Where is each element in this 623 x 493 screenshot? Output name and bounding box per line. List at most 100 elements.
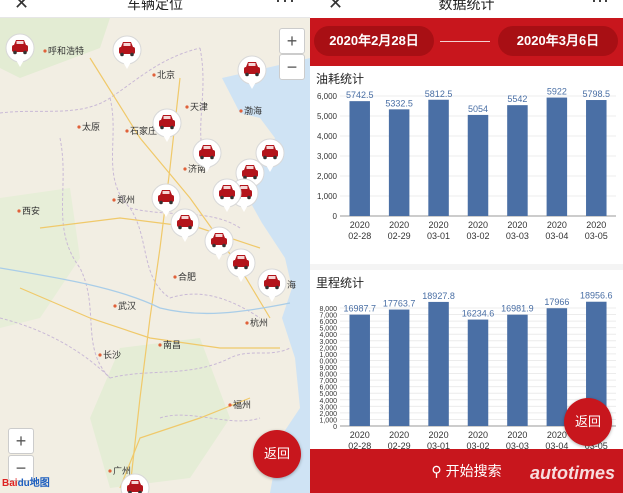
city-dot [113, 304, 117, 308]
city-label: 武汉 [118, 300, 136, 311]
city-dot [43, 49, 47, 53]
vehicle-location-screen: ✕ 车辆定位 ··· 呼和浩特 北京 天津 太原 石家庄 济南 渤海 西安 郑州… [0, 0, 310, 493]
x-tick-label: 03-05 [585, 231, 608, 241]
data-label: 5922 [547, 87, 567, 97]
x-tick-label: 03-03 [506, 231, 529, 241]
city-label: 郑州 [117, 194, 135, 205]
bar [467, 319, 489, 426]
header-bar: ✕ 车辆定位 ··· [0, 0, 310, 18]
city-label: 广州 [113, 465, 131, 476]
x-tick-label: 02-28 [348, 231, 371, 241]
data-label: 16981.9 [501, 304, 534, 314]
attribution-text: du地图 [17, 478, 50, 489]
city-label: 太原 [82, 121, 100, 132]
map-view[interactable]: 呼和浩特北京天津太原 石家庄济南渤海西安郑州合肥武汉杭州长沙南昌福州广州海 [0, 18, 310, 493]
x-tick-label: 2020 [389, 430, 409, 440]
bar [388, 309, 410, 426]
y-tick-label: 2,000 [317, 172, 338, 181]
bar [349, 101, 370, 216]
bar [507, 105, 528, 216]
city-label: 渤海 [244, 105, 262, 116]
date-range-bar: 2020年2月28日 2020年3月6日 [310, 18, 623, 66]
search-icon: ⚲ [431, 463, 442, 479]
date-range-divider [440, 41, 490, 42]
city-dot [183, 167, 187, 171]
x-tick-label: 2020 [350, 430, 370, 440]
data-label: 17763.7 [383, 299, 416, 309]
zoom-in-button-bottom[interactable]: + [8, 428, 34, 454]
more-icon[interactable]: ··· [275, 0, 296, 11]
y-tick-label: 2,000 [319, 411, 337, 418]
x-tick-label: 03-01 [427, 231, 450, 241]
x-tick-label: 03-02 [466, 231, 489, 241]
y-tick-label: 4,000 [317, 132, 338, 141]
x-tick-label: 2020 [350, 220, 370, 230]
bar [467, 114, 489, 216]
map-attribution: Baidu地图 [2, 474, 50, 489]
bar [428, 99, 449, 216]
statistics-screen: ✕ 数据统计 ··· 2020年2月28日 2020年3月6日 油耗统计 0 1,… [310, 0, 623, 493]
city-dot [112, 198, 116, 202]
fuel-chart-card: 油耗统计 0 1,000 2,000 3,000 4,000 5,000 6,000 5742… [310, 66, 623, 264]
data-label: 16987.7 [343, 304, 376, 314]
watermark-logo: autotimes [529, 463, 615, 483]
zoom-in-button[interactable]: + [279, 28, 305, 54]
bar [349, 314, 370, 426]
page-title: 车辆定位 [127, 0, 183, 12]
y-tick-label: 3,000 [319, 339, 337, 346]
city-dot [125, 129, 129, 133]
header-bar: ✕ 数据统计 ··· [310, 0, 623, 18]
city-dot [228, 403, 232, 407]
city-dot [239, 109, 243, 113]
bar [546, 97, 568, 216]
bar [388, 109, 410, 216]
city-label: 海 [287, 279, 296, 290]
x-tick-label: 2020 [507, 430, 527, 440]
x-tick-label: 2020 [468, 430, 488, 440]
data-label: 5798.5 [583, 89, 611, 99]
more-icon[interactable]: ··· [591, 0, 609, 11]
zoom-out-button[interactable]: − [279, 54, 305, 80]
y-tick-label: 5,000 [319, 326, 337, 333]
data-label: 17966 [544, 297, 569, 307]
y-tick-label: 5,000 [319, 391, 337, 398]
end-date-picker[interactable]: 2020年3月6日 [498, 26, 618, 56]
x-tick-label: 2020 [429, 220, 449, 230]
city-label: 南昌 [163, 339, 181, 350]
y-tick-label: 4,000 [319, 332, 337, 339]
x-tick-label: 2020 [468, 220, 488, 230]
city-dot [152, 73, 156, 77]
x-tick-label: 2020 [586, 220, 606, 230]
data-label: 5742.5 [346, 90, 374, 100]
x-tick-label: 03-04 [545, 231, 568, 241]
y-tick-label: 4,000 [319, 398, 337, 405]
city-label: 呼和浩特 [48, 45, 84, 56]
bar [507, 314, 528, 426]
y-tick-label: 7,000 [319, 378, 337, 385]
city-label: 天津 [190, 102, 208, 112]
y-tick-label: 0 [333, 212, 338, 221]
city-label: 福州 [233, 399, 251, 410]
city-dot [158, 343, 162, 347]
back-button[interactable]: 返回 [564, 398, 612, 446]
city-dot [245, 321, 249, 325]
data-label: 18927.8 [422, 291, 455, 301]
data-label: 5332.5 [385, 98, 413, 108]
y-tick-label: 1,000 [319, 352, 337, 359]
x-tick-label: 2020 [389, 220, 409, 230]
back-button[interactable]: 返回 [253, 430, 301, 478]
data-label: 5054 [468, 104, 488, 114]
app-root: ✕ 车辆定位 ··· 呼和浩特 北京 天津 太原 石家庄 济南 渤海 西安 郑州… [0, 0, 623, 493]
bar [586, 100, 607, 216]
data-label: 5542 [507, 94, 527, 104]
start-date-picker[interactable]: 2020年2月28日 [314, 26, 434, 56]
x-tick-label: 2020 [429, 430, 449, 440]
y-tick-label: 3,000 [317, 152, 338, 161]
city-label: 长沙 [103, 349, 121, 360]
city-label: 北京 [157, 69, 175, 80]
y-tick-label: 9,000 [319, 365, 337, 372]
x-tick-label: 2020 [507, 220, 527, 230]
data-label: 16234.6 [462, 309, 495, 319]
x-tick-label: 2020 [547, 220, 567, 230]
city-label: 石家庄 [130, 125, 157, 136]
